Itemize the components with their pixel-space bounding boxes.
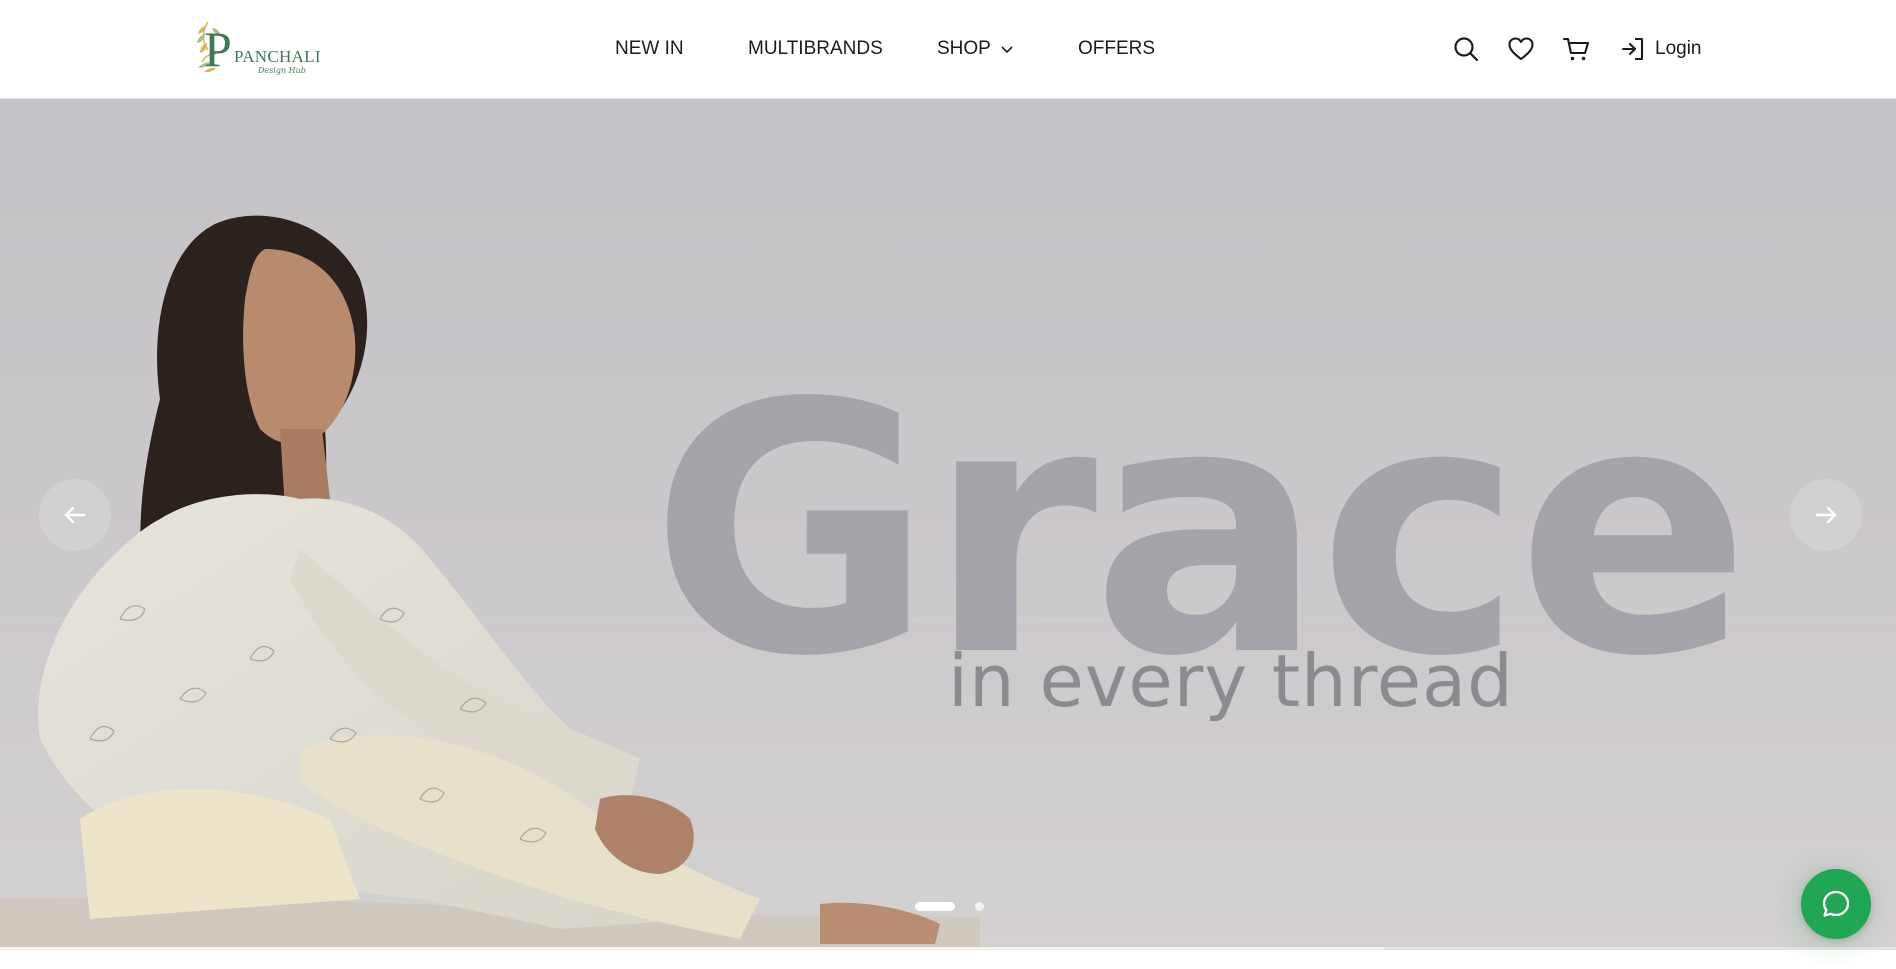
nav-shop-label: SHOP (937, 38, 991, 59)
chat-bubble-icon (1822, 890, 1850, 917)
login-label: Login (1655, 38, 1702, 59)
hero-carousel: Grace in every thread (0, 99, 1896, 950)
nav-new-in[interactable]: NEW IN (615, 38, 684, 60)
search-button[interactable] (1452, 35, 1480, 63)
wishlist-button[interactable] (1507, 35, 1535, 63)
page-bottom-strip (0, 950, 1896, 969)
cart-icon (1562, 37, 1590, 61)
nav-offers[interactable]: OFFERS (1078, 38, 1155, 60)
search-icon (1454, 37, 1479, 62)
carousel-dot[interactable] (915, 902, 955, 911)
site-header: P PANCHALI Design Hub NEW IN MULTIBRANDS… (0, 0, 1896, 99)
cart-button[interactable] (1562, 35, 1590, 63)
main-nav: NEW IN MULTIBRANDS SHOP OFFERS (0, 0, 1896, 99)
nav-shop[interactable]: SHOP (937, 38, 1014, 60)
heart-icon (1508, 37, 1534, 61)
login-button[interactable]: Login (1620, 35, 1702, 63)
carousel-dot[interactable] (975, 902, 984, 911)
hero-subline: in every thread (948, 639, 1514, 723)
arrow-right-icon (1815, 506, 1837, 524)
carousel-prev-button[interactable] (39, 479, 111, 551)
chevron-down-icon (1001, 46, 1013, 54)
login-icon (1621, 37, 1644, 61)
carousel-next-button[interactable] (1790, 479, 1862, 551)
chat-button[interactable] (1801, 869, 1871, 939)
carousel-pagination (915, 902, 984, 911)
nav-multibrands[interactable]: MULTIBRANDS (748, 38, 883, 60)
arrow-left-icon (64, 506, 86, 524)
